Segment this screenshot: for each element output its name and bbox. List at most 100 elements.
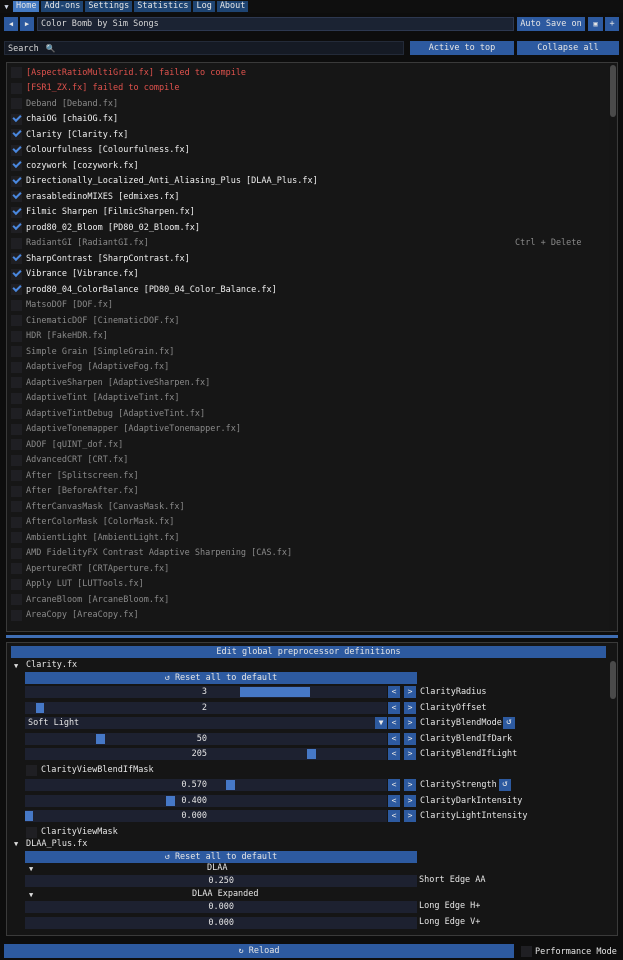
collapse-all-button[interactable]: Collapse all (517, 41, 619, 55)
effect-checkbox[interactable] (11, 408, 22, 419)
collapse-triangle-icon[interactable]: ▼ (2, 3, 11, 11)
effect-checkbox[interactable] (11, 516, 22, 528)
effect-checkbox[interactable] (11, 594, 22, 605)
effect-row[interactable]: AdaptiveTonemapper [AdaptiveTonemapper.f… (7, 422, 617, 437)
effect-row[interactable]: AdaptiveFog [AdaptiveFog.fx] (7, 360, 617, 375)
effect-row[interactable]: prod80_04_ColorBalance [PD80_04_Color_Ba… (7, 282, 617, 297)
increment-button[interactable]: > (404, 779, 416, 791)
next-preset-button[interactable]: ▶ (20, 17, 34, 31)
effect-row[interactable]: HDR [FakeHDR.fx] (7, 329, 617, 344)
expand-triangle-icon[interactable]: ▼ (29, 891, 33, 899)
effect-checkbox-checked[interactable] (11, 268, 22, 280)
performance-mode-checkbox[interactable] (521, 946, 532, 957)
increment-button[interactable]: > (404, 810, 416, 822)
effect-row[interactable]: AdaptiveTint [AdaptiveTint.fx] (7, 391, 617, 406)
effect-checkbox-checked[interactable] (11, 144, 22, 156)
decrement-button[interactable]: < (388, 748, 400, 760)
expand-triangle-icon[interactable]: ▼ (29, 865, 33, 873)
effect-checkbox-checked[interactable] (11, 113, 22, 125)
effect-checkbox[interactable] (11, 485, 22, 497)
expand-triangle-icon[interactable]: ▼ (14, 662, 18, 670)
param-slider[interactable]: 0.000 (25, 810, 387, 822)
clarity-section-header[interactable]: Clarity.fx (26, 660, 77, 670)
effect-row[interactable]: Directionally_Localized_Anti_Aliasing_Pl… (7, 174, 617, 189)
effect-row[interactable]: AfterCanvasMask [CanvasMask.fx] (7, 499, 617, 514)
effect-row[interactable]: After [BeforeAfter.fx] (7, 484, 617, 499)
decrement-button[interactable]: < (388, 733, 400, 745)
effect-row[interactable]: prod80_02_Bloom [PD80_02_Bloom.fx] (7, 220, 617, 235)
effect-row[interactable]: Filmic Sharpen [FilmicSharpen.fx] (7, 205, 617, 220)
tab-home[interactable]: Home (13, 1, 40, 12)
tab-statistics[interactable]: Statistics (134, 1, 192, 12)
slider-grab[interactable] (307, 749, 316, 759)
preprocessor-header-button[interactable]: Edit global preprocessor definitions (11, 646, 606, 658)
effect-checkbox[interactable] (11, 423, 22, 435)
effect-row[interactable]: AdvancedCRT [CRT.fx] (7, 453, 617, 468)
preset-name-field[interactable]: Color Bomb by Sim Songs (37, 17, 514, 31)
tab-addons[interactable]: Add-ons (41, 1, 84, 12)
effect-checkbox[interactable] (11, 98, 22, 109)
effect-row[interactable]: AMD FidelityFX Contrast Adaptive Sharpen… (7, 546, 617, 561)
effects-list[interactable]: [AspectRatioMultiGrid.fx] failed to comp… (6, 62, 618, 632)
effect-checkbox[interactable] (11, 439, 22, 450)
splitter-bar[interactable] (6, 635, 618, 638)
effect-checkbox[interactable] (11, 346, 22, 357)
effect-row[interactable]: Clarity [Clarity.fx] (7, 127, 617, 142)
effect-row[interactable]: After [Splitscreen.fx] (7, 468, 617, 483)
add-preset-button[interactable]: + (605, 17, 619, 31)
param-slider[interactable]: 0.570 (25, 779, 387, 791)
effect-checkbox-checked[interactable] (11, 206, 22, 218)
param-checkbox[interactable] (26, 765, 37, 776)
dlaa-section-header[interactable]: DLAA_Plus.fx (26, 839, 87, 849)
effect-checkbox[interactable] (11, 454, 22, 466)
effect-checkbox[interactable] (11, 563, 22, 574)
effect-row[interactable]: ApertureCRT [CRTAperture.fx] (7, 561, 617, 576)
decrement-button[interactable]: < (388, 717, 400, 729)
effect-checkbox[interactable] (11, 330, 22, 342)
effect-row[interactable]: RadiantGI [RadiantGI.fx] Ctrl + Delete (7, 236, 617, 251)
clarity-reset-button[interactable]: ↺ Reset all to default (25, 672, 417, 684)
effect-checkbox[interactable] (11, 377, 22, 388)
effect-checkbox[interactable] (11, 237, 22, 249)
effect-row[interactable]: chaiOG [chaiOG.fx] (7, 112, 617, 127)
effect-checkbox[interactable] (11, 315, 22, 326)
effect-row[interactable]: MatsoDOF [DOF.fx] (7, 298, 617, 313)
effects-scrollbar-thumb[interactable] (610, 65, 616, 117)
effect-row[interactable]: ArcaneBloom [ArcaneBloom.fx] (7, 592, 617, 607)
increment-button[interactable]: > (404, 717, 416, 729)
param-checkbox[interactable] (26, 827, 37, 838)
effect-checkbox-checked[interactable] (11, 175, 22, 187)
long-edge-v-field[interactable]: 0.000 (25, 917, 417, 929)
reset-param-icon[interactable]: ↺ (503, 717, 515, 729)
decrement-button[interactable]: < (388, 686, 400, 698)
effect-row[interactable]: AdaptiveTintDebug [AdaptiveTint.fx] (7, 406, 617, 421)
tab-settings[interactable]: Settings (85, 1, 133, 12)
effect-checkbox-checked[interactable] (11, 160, 22, 171)
auto-save-button[interactable]: Auto Save on (517, 17, 585, 31)
effect-checkbox-checked[interactable] (11, 253, 22, 264)
param-slider[interactable]: 3 (25, 686, 387, 698)
effect-checkbox[interactable] (11, 609, 22, 621)
save-icon[interactable]: ▣ (588, 17, 603, 31)
slider-grab[interactable] (226, 780, 235, 790)
effect-row[interactable]: CinematicDOF [CinematicDOF.fx] (7, 313, 617, 328)
reload-button[interactable]: ↻ Reload (4, 944, 514, 958)
tab-log[interactable]: Log (193, 1, 215, 12)
decrement-button[interactable]: < (388, 810, 400, 822)
effect-row[interactable]: Deband [Deband.fx] (7, 96, 617, 111)
param-slider[interactable]: 205 (25, 748, 387, 760)
effect-checkbox-checked[interactable] (11, 222, 22, 233)
prev-preset-button[interactable]: ◀ (4, 17, 18, 31)
effect-row[interactable]: AreaCopy [AreaCopy.fx] (7, 608, 617, 623)
effect-checkbox-checked[interactable] (11, 129, 22, 140)
param-slider[interactable]: 50 (25, 733, 387, 745)
effect-checkbox[interactable] (11, 299, 22, 311)
effect-row[interactable]: [FSR1_ZX.fx] failed to compile (7, 81, 617, 96)
increment-button[interactable]: > (404, 748, 416, 760)
effect-checkbox[interactable] (11, 532, 22, 543)
increment-button[interactable]: > (404, 702, 416, 714)
effect-checkbox-checked[interactable] (11, 284, 22, 295)
effect-checkbox[interactable] (11, 392, 22, 404)
dlaa-reset-button[interactable]: ↺ Reset all to default (25, 851, 417, 863)
long-edge-h-field[interactable]: 0.000 (25, 901, 417, 913)
